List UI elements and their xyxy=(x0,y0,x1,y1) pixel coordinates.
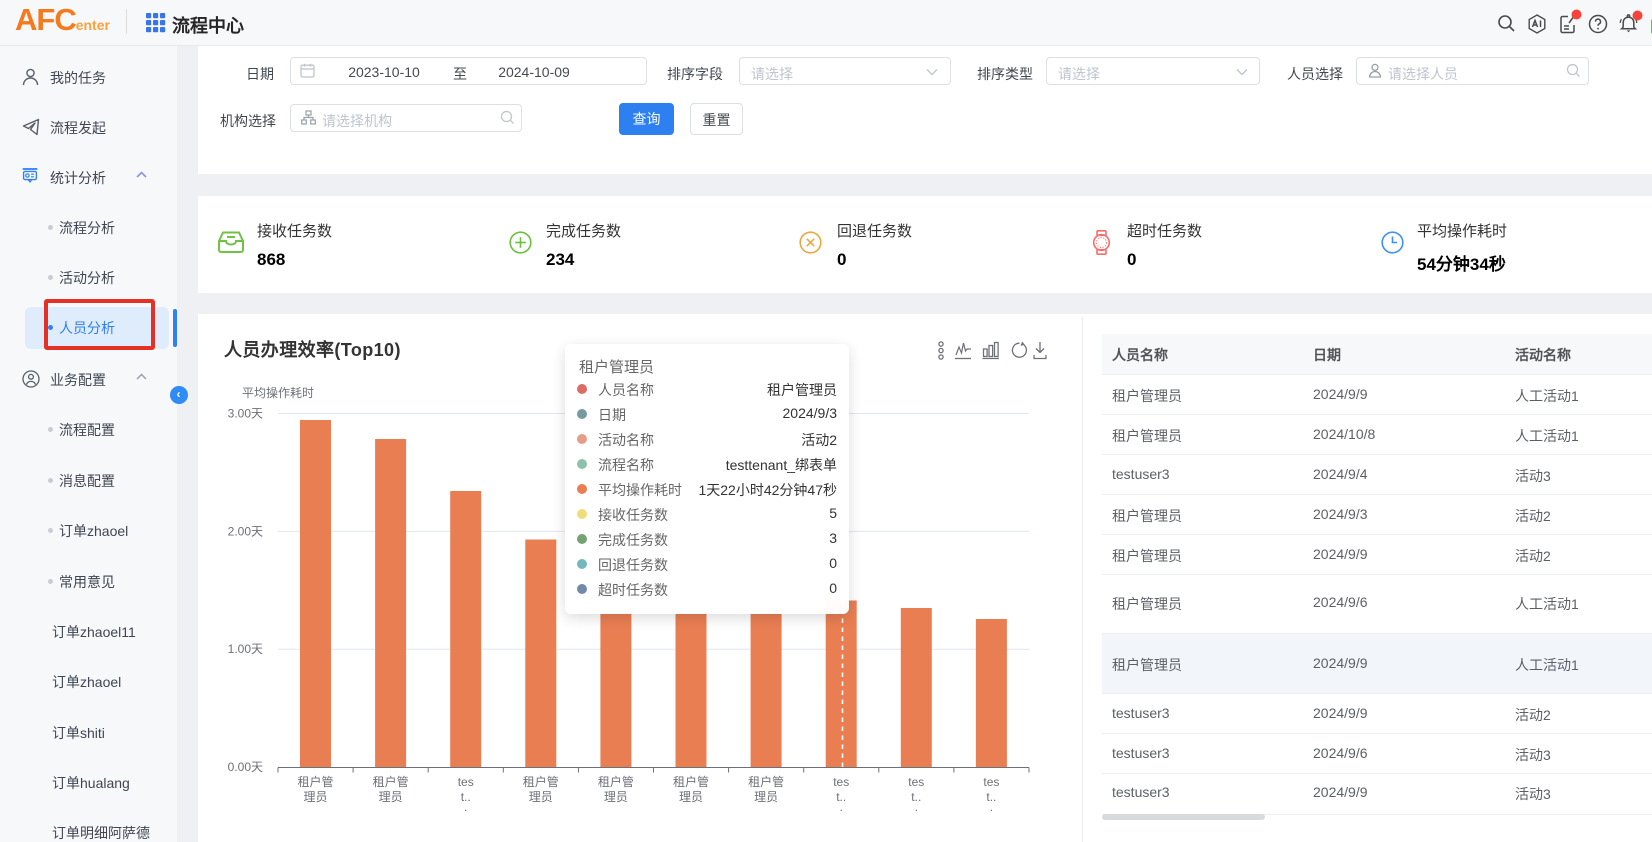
svg-text:理员: 理员 xyxy=(303,790,327,804)
svg-text:0.00天: 0.00天 xyxy=(228,760,263,774)
svg-text:租户管: 租户管 xyxy=(673,774,709,789)
svg-text:tes: tes xyxy=(983,775,999,789)
svg-text:tes: tes xyxy=(458,775,474,789)
svg-text:.: . xyxy=(990,800,993,814)
svg-text:租户管: 租户管 xyxy=(598,774,634,789)
svg-text:租户管: 租户管 xyxy=(523,774,559,789)
svg-text:1.00天: 1.00天 xyxy=(228,642,263,656)
svg-text:理员: 理员 xyxy=(679,790,703,804)
svg-text:.: . xyxy=(464,800,467,814)
svg-text:3.00天: 3.00天 xyxy=(228,407,263,421)
svg-text:理员: 理员 xyxy=(754,790,778,804)
svg-text:租户管: 租户管 xyxy=(373,774,409,789)
svg-text:租户管: 租户管 xyxy=(748,774,784,789)
svg-text:tes: tes xyxy=(833,775,849,789)
svg-text:2.00天: 2.00天 xyxy=(228,524,263,538)
svg-text:.: . xyxy=(840,800,843,814)
svg-text:理员: 理员 xyxy=(379,790,403,804)
svg-text:理员: 理员 xyxy=(529,790,553,804)
svg-text:租户管: 租户管 xyxy=(297,774,333,789)
svg-text:理员: 理员 xyxy=(604,790,628,804)
svg-text:平均操作耗时: 平均操作耗时 xyxy=(242,385,314,400)
svg-text:tes: tes xyxy=(908,775,924,789)
svg-text:.: . xyxy=(915,800,918,814)
